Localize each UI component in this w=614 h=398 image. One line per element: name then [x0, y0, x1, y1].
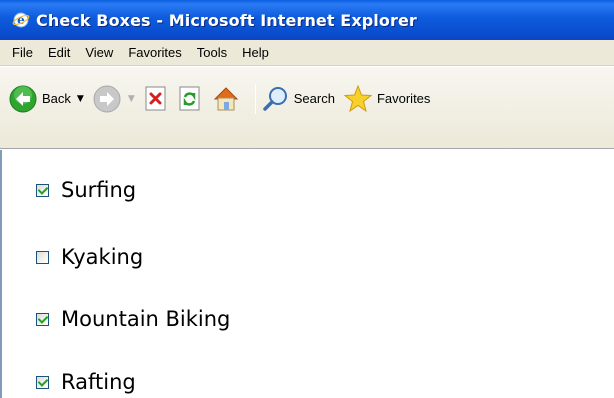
- stop-button[interactable]: [143, 85, 169, 113]
- refresh-button[interactable]: [177, 85, 203, 113]
- menu-edit[interactable]: Edit: [41, 45, 78, 60]
- favorites-label: Favorites: [376, 91, 431, 106]
- menu-help[interactable]: Help: [235, 45, 277, 60]
- back-arrow-icon: [9, 85, 37, 112]
- back-button[interactable]: Back ▼: [8, 84, 84, 114]
- forward-dropdown-icon[interactable]: ▼: [128, 94, 135, 104]
- checkbox-row-rafting[interactable]: Rafting: [36, 370, 136, 394]
- stop-icon: [145, 86, 166, 110]
- checkbox-label-surfing: Surfing: [61, 178, 137, 202]
- menu-tools[interactable]: Tools: [190, 45, 235, 60]
- checkbox-row-surfing[interactable]: Surfing: [36, 178, 136, 202]
- title-bar[interactable]: e Check Boxes - Microsoft Internet Explo…: [0, 0, 614, 40]
- search-label: Search: [293, 91, 335, 106]
- svg-text:e: e: [17, 13, 25, 27]
- back-label: Back: [42, 91, 71, 106]
- checkbox-label-kyaking: Kyaking: [61, 245, 144, 269]
- checkbox-mountain-biking[interactable]: [36, 312, 49, 326]
- window-title: Check Boxes - Microsoft Internet Explore…: [36, 10, 417, 30]
- favorites-star-icon: [343, 84, 373, 112]
- forward-arrow-icon: [93, 85, 121, 112]
- menu-bar: File Edit View Favorites Tools Help: [0, 40, 614, 66]
- toolbar-separator: [254, 83, 256, 114]
- checkbox-row-kyaking[interactable]: Kyaking: [36, 245, 143, 269]
- favorites-button[interactable]: Favorites: [343, 84, 430, 114]
- checkbox-surfing[interactable]: [36, 183, 49, 197]
- forward-button[interactable]: ▼: [92, 84, 135, 114]
- menu-view[interactable]: View: [78, 45, 121, 60]
- ie-icon: e: [12, 12, 30, 28]
- toolbar: Back ▼ ▼ Search Favorites: [0, 67, 614, 149]
- checkbox-rafting[interactable]: [36, 375, 49, 389]
- home-icon: [213, 86, 238, 110]
- checkbox-kyaking[interactable]: [36, 250, 49, 264]
- checkbox-row-mountain-biking[interactable]: Mountain Biking: [36, 307, 230, 331]
- checkbox-label-mountain-biking: Mountain Biking: [61, 307, 231, 331]
- refresh-icon: [179, 86, 200, 110]
- home-button[interactable]: [211, 84, 241, 114]
- search-icon: [263, 86, 287, 111]
- checkbox-label-rafting: Rafting: [61, 370, 136, 394]
- search-button[interactable]: Search: [262, 85, 335, 113]
- back-dropdown-icon[interactable]: ▼: [77, 94, 84, 104]
- page-content: Surfing Kyaking Mountain Biking Rafting: [0, 150, 614, 398]
- menu-file[interactable]: File: [5, 45, 41, 60]
- menu-favorites[interactable]: Favorites: [121, 45, 189, 60]
